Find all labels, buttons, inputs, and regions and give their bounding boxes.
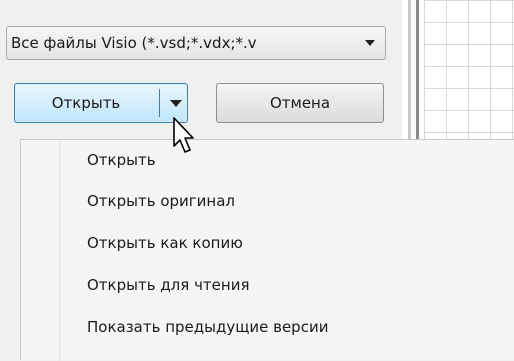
- open-split-button[interactable]: Открыть: [14, 83, 188, 123]
- pane-splitter-edge: [416, 0, 419, 142]
- file-dialog-footer: Все файлы Visio (*.vsd;*.vdx;*.v Открыть…: [0, 0, 402, 142]
- menu-item-open[interactable]: Открыть: [87, 146, 156, 174]
- menu-item-show-previous-versions[interactable]: Показать предыдущие версии: [87, 313, 328, 341]
- open-button[interactable]: Открыть: [15, 84, 157, 122]
- menu-item-open-copy[interactable]: Открыть как копию: [87, 229, 243, 257]
- open-options-menu: Открыть Открыть оригинал Открыть как коп…: [20, 139, 514, 361]
- cancel-button[interactable]: Отмена: [216, 83, 384, 123]
- arrow-cursor-icon: [173, 117, 194, 153]
- menu-icon-gutter: [59, 140, 60, 361]
- menu-item-open-read-only[interactable]: Открыть для чтения: [87, 271, 249, 299]
- chevron-down-icon: [170, 100, 182, 107]
- file-type-select-value: Все файлы Visio (*.vsd;*.vdx;*.v: [11, 34, 257, 52]
- chevron-down-icon: [365, 40, 375, 46]
- file-type-select[interactable]: Все файлы Visio (*.vsd;*.vdx;*.v: [6, 26, 386, 60]
- pane-splitter[interactable]: [408, 0, 411, 142]
- drawing-preview-pane: [402, 0, 514, 142]
- split-divider: [159, 89, 160, 117]
- menu-item-open-original[interactable]: Открыть оригинал: [87, 187, 235, 215]
- drawing-grid: [424, 0, 514, 142]
